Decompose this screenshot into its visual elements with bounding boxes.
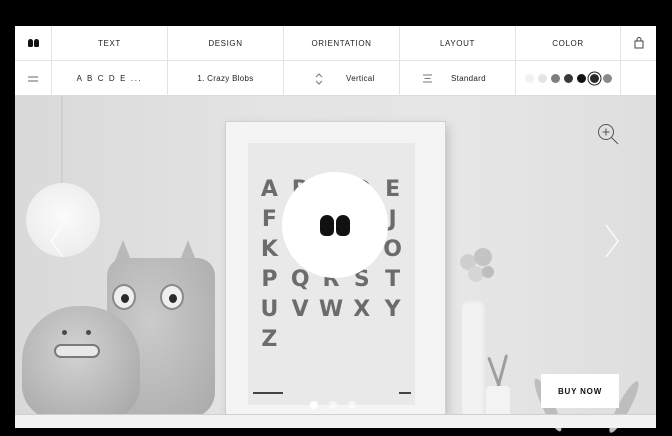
text-header: TEXT (52, 26, 168, 61)
brand-badge (282, 172, 388, 278)
orientation-header-label: ORIENTATION (311, 38, 372, 48)
color-swatch[interactable] (589, 74, 599, 83)
toolbar: TEXT A B C D E ... DESIGN 1. Crazy Blobs… (15, 26, 656, 96)
color-header: COLOR (516, 26, 621, 61)
flower (474, 248, 492, 266)
flower (482, 266, 494, 278)
color-swatch[interactable] (550, 74, 560, 83)
design-value: 1. Crazy Blobs (197, 74, 254, 83)
layout-header: LAYOUT (400, 26, 516, 61)
color-swatch[interactable] (602, 74, 612, 83)
poster-letter: E (385, 176, 401, 202)
zoom-in-icon (598, 124, 619, 145)
slide-dot[interactable] (348, 401, 356, 409)
orientation-header: ORIENTATION (284, 26, 400, 61)
logo[interactable] (15, 26, 52, 61)
brand-logo-icon (27, 39, 39, 47)
poster-letter: K (260, 236, 278, 262)
text-value: A B C D E ... (76, 74, 143, 83)
chevron-left-icon (50, 224, 64, 258)
design-header-label: DESIGN (208, 38, 243, 48)
shopping-bag-icon (634, 37, 643, 49)
layout-value: Standard (451, 74, 486, 83)
layout-header-label: LAYOUT (439, 38, 475, 48)
toy-eye-right (160, 284, 184, 310)
poster-letter: J (388, 206, 397, 232)
layout-selector[interactable]: Standard (400, 61, 516, 96)
text-header-label: TEXT (98, 38, 121, 48)
color-selector (516, 61, 621, 96)
slide-dot[interactable] (310, 401, 318, 409)
brand-logo-icon (320, 214, 350, 236)
plush-toy-blob (22, 306, 140, 420)
blob-eye-left (62, 330, 67, 335)
design-header: DESIGN (168, 26, 284, 61)
chevron-right-icon (605, 224, 619, 258)
cart-button[interactable] (621, 26, 656, 61)
zoom-button[interactable] (597, 123, 619, 145)
orientation-selector[interactable]: Vertical (284, 61, 400, 96)
color-swatch[interactable] (576, 74, 586, 83)
lines-icon (423, 74, 432, 83)
slide-dots (310, 401, 356, 409)
poster-letter: T (385, 266, 401, 292)
lamp-cord (61, 96, 63, 184)
prev-slide-button[interactable] (45, 221, 69, 261)
shelf-surface (15, 414, 656, 428)
design-selector[interactable]: 1. Crazy Blobs (168, 61, 284, 96)
menu-button[interactable] (15, 61, 52, 96)
poster-letter: Z (261, 326, 278, 352)
hamburger-icon (28, 76, 38, 81)
flowers (456, 248, 500, 302)
text-selector[interactable]: A B C D E ... (52, 61, 168, 96)
color-swatch[interactable] (524, 74, 534, 83)
poster-letter: A (260, 176, 278, 202)
color-swatch[interactable] (537, 74, 547, 83)
poster-letter: W (318, 296, 344, 322)
poster-letter: X (353, 296, 371, 322)
vertical-arrows-icon (315, 72, 323, 85)
poster-footer-logo (399, 392, 411, 394)
slide-dot[interactable] (329, 401, 337, 409)
poster-letter: V (291, 296, 309, 322)
poster-letter: P (261, 266, 278, 292)
poster-letter: F (261, 206, 277, 232)
poster-footer-text (253, 392, 283, 394)
next-slide-button[interactable] (600, 221, 624, 261)
color-swatches (524, 74, 612, 83)
blob-eye-right (86, 330, 91, 335)
color-header-label: COLOR (552, 38, 584, 48)
poster-letter: Y (384, 296, 401, 322)
toy-eye-left (112, 284, 136, 310)
vase (462, 300, 488, 418)
buy-now-button[interactable]: BUY NOW (541, 374, 619, 408)
color-swatch[interactable] (563, 74, 573, 83)
orientation-value: Vertical (346, 74, 375, 83)
poster-letter: U (260, 296, 279, 322)
poster-letter: O (383, 236, 402, 262)
blob-mouth (54, 344, 100, 358)
